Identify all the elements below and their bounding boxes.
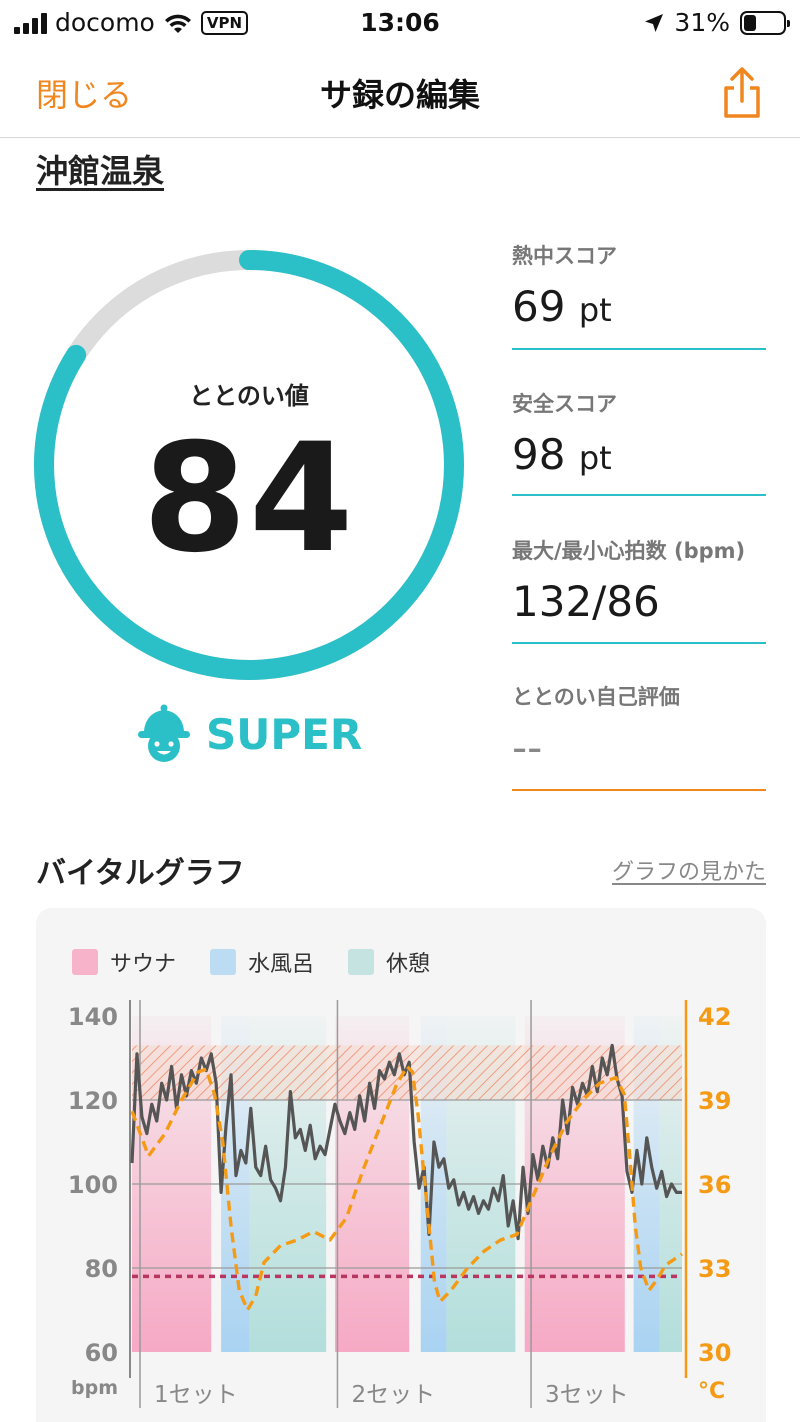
battery-icon	[740, 10, 790, 35]
y-tick-label-left: 140	[68, 1003, 118, 1031]
location-arrow-icon	[645, 13, 664, 32]
y-tick-label-right: 39	[698, 1087, 731, 1115]
status-right: 31%	[644, 8, 790, 37]
rank-text: SUPER	[206, 709, 363, 759]
stat-heat-score[interactable]: 熱中スコア 69 pt	[512, 240, 766, 352]
stat-heart-rate[interactable]: 最大/最小心拍数 (bpm) 132/86	[512, 535, 766, 647]
close-button[interactable]: 閉じる	[36, 70, 132, 116]
graph-help-link[interactable]: グラフの見かた	[612, 854, 766, 886]
stat-value: 132/86	[512, 577, 660, 626]
vital-graph-card: サウナ 水風呂 休憩 60 80 100 120 140 bpm 30 33 36 39 42 °C 1…	[36, 908, 766, 1422]
stat-safety-score[interactable]: 安全スコア 98 pt	[512, 388, 766, 500]
stat-label: 安全スコア	[512, 392, 617, 416]
status-bar: docomo VPN 13:06 31%	[0, 0, 800, 46]
y-tick-label-right: 33	[698, 1255, 731, 1283]
gauge-value: 84	[142, 412, 356, 586]
y-tick-label-left: 80	[85, 1255, 118, 1283]
set-label: 2セット	[351, 1382, 435, 1408]
stat-self-rating[interactable]: ととのい自己評価 --	[512, 681, 766, 793]
stat-underline	[512, 494, 766, 496]
sauna-hat-face-icon	[138, 704, 190, 762]
rank-badge: SUPER	[136, 704, 362, 764]
vital-graph-title: バイタルグラフ	[36, 856, 245, 891]
set-label: 3セット	[545, 1382, 629, 1408]
y-tick-label-left: 120	[68, 1087, 118, 1115]
stat-underline	[512, 348, 766, 350]
vital-graph-plot: 60 80 100 120 140 bpm 30 33 36 39 42 °C 1セット 2セット 3セット	[68, 1000, 731, 1408]
stat-label: ととのい自己評価	[512, 685, 680, 709]
set-label: 1セット	[154, 1382, 238, 1408]
stat-underline	[512, 789, 766, 791]
stat-label: 最大/最小心拍数 (bpm)	[512, 539, 746, 563]
battery-percent: 31%	[674, 8, 730, 37]
navigation-bar: 閉じる サ録の編集	[0, 46, 800, 138]
totonoi-gauge: ととのい値 84	[32, 248, 466, 682]
y-tick-label-left: 100	[68, 1171, 118, 1199]
facility-name-link[interactable]: 沖館温泉	[36, 146, 164, 192]
y-tick-label-right: 30	[698, 1339, 731, 1367]
stat-value: --	[512, 723, 543, 772]
stat-underline	[512, 642, 766, 644]
stat-value: 98 pt	[512, 430, 612, 479]
y-tick-label-left: 60	[85, 1339, 118, 1367]
share-icon[interactable]	[720, 66, 764, 120]
y-tick-label-right: 42	[698, 1003, 731, 1031]
stat-label: 熱中スコア	[512, 244, 617, 268]
gauge-label: ととのい値	[189, 382, 309, 410]
stat-value: 69 pt	[512, 282, 612, 331]
y-tick-label-right: 36	[698, 1171, 731, 1199]
y-axis-unit-right: °C	[698, 1379, 725, 1404]
y-axis-unit-left: bpm	[71, 1377, 118, 1399]
